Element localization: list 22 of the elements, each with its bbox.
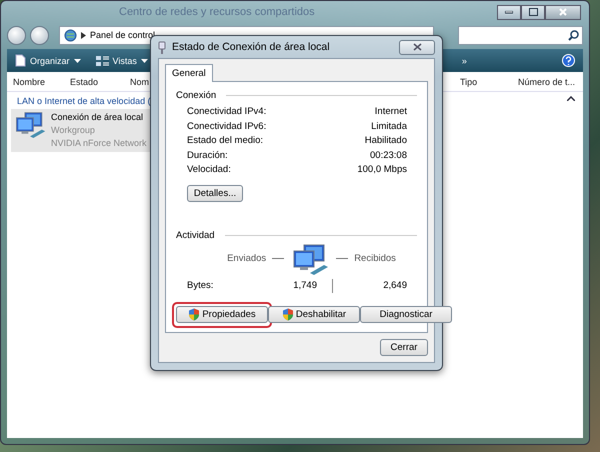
field-value: Internet: [374, 106, 407, 119]
field-value: Habilitado: [364, 135, 407, 148]
field-value: 00:23:08: [370, 150, 407, 162]
bytes-received-value: 2,649: [382, 280, 407, 291]
field-value: 100,0 Mbps: [357, 164, 407, 177]
section-heading: Actividad: [176, 230, 215, 240]
field-label: Conectividad IPv4:: [187, 106, 266, 119]
bytes-sent-value: 1,749: [292, 280, 317, 291]
field-value: Limitada: [371, 120, 407, 134]
bytes-label: Bytes:: [187, 280, 214, 291]
connection-name: Conexión de área local: [51, 111, 144, 124]
connection-detail: NVIDIA nForce Network: [51, 137, 147, 150]
sent-label: Enviados: [227, 253, 266, 264]
window-title: Centro de redes y recursos compartidos: [119, 6, 315, 18]
field-label: Conectividad IPv6:: [187, 120, 266, 134]
connection-detail: Workgroup: [51, 124, 96, 137]
field-label: Duración:: [187, 150, 228, 162]
dialog-title: Estado de Conexión de área local: [172, 41, 331, 53]
received-label: Recibidos: [354, 253, 396, 264]
section-heading: Conexión: [176, 90, 216, 101]
field-label: Velocidad:: [187, 164, 231, 177]
field-label: Estado del medio:: [187, 135, 264, 148]
